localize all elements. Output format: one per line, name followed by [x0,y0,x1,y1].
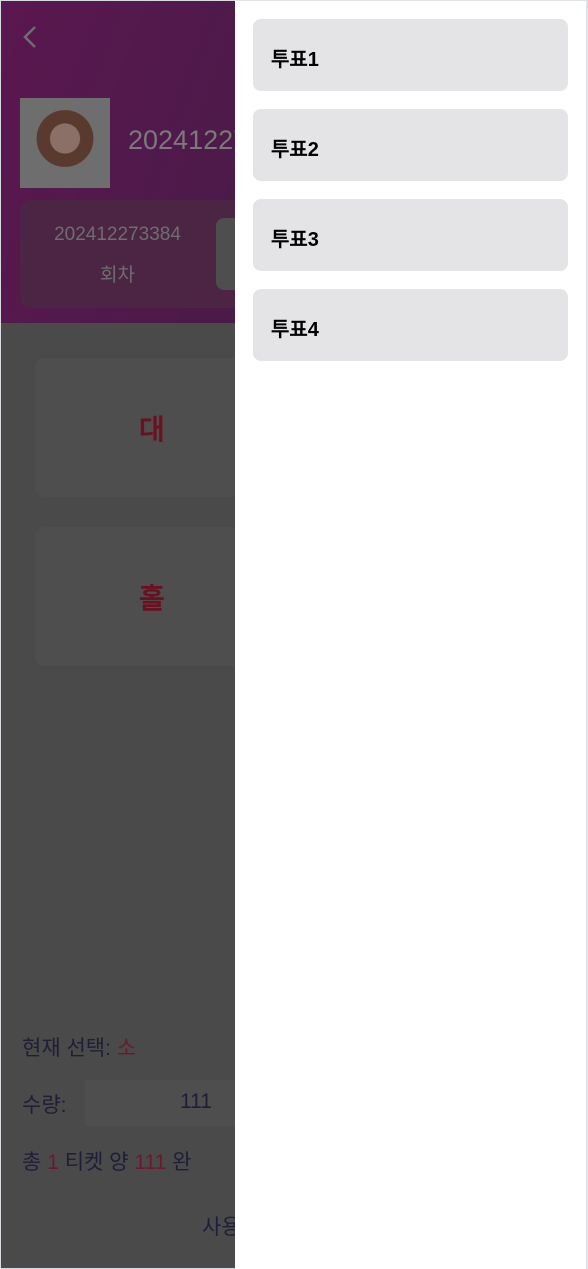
option-label: 대 [139,413,165,445]
total-amount: 111 [134,1151,167,1174]
vote-drawer: 투표1 투표2 투표3 투표4 [235,0,588,1269]
total-summary: 총 1 티켓 양 111 완 [22,1146,191,1176]
chevron-left-icon[interactable] [19,23,43,51]
total-count: 1 [47,1151,59,1174]
round-number: 202412273384 [54,224,181,245]
page-title: 20241227 [128,125,249,155]
quantity-value: 111 [180,1090,212,1113]
round-label: 회차 [100,265,135,286]
current-selection-label: 현재 선택: [22,1037,111,1060]
avatar [20,98,110,188]
vote-item[interactable]: 투표2 [253,109,568,181]
vote-item[interactable]: 투표3 [253,199,568,271]
option-label: 홀 [139,582,165,614]
qty-label: 수량: [22,1094,67,1117]
vote-item[interactable]: 투표1 [253,19,568,91]
current-selection: 현재 선택: 소 [22,1032,136,1062]
vote-item[interactable]: 투표4 [253,289,568,361]
current-selection-value: 소 [116,1037,137,1060]
total-mid: 티켓 양 [64,1151,129,1174]
total-prefix: 총 [22,1151,42,1174]
total-suffix: 완 [172,1151,192,1174]
